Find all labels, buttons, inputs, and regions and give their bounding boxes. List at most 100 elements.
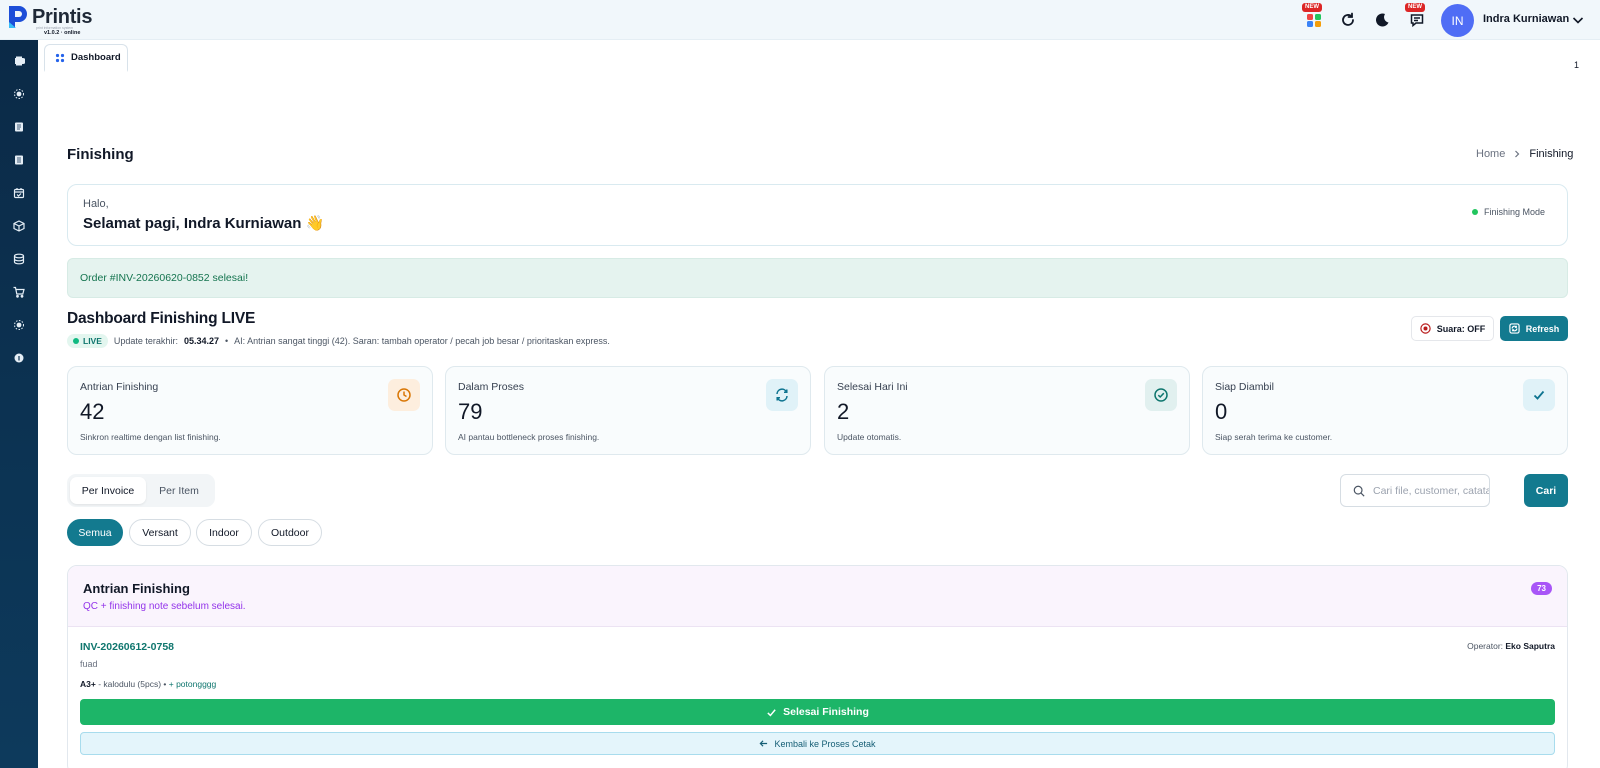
stat-card-selesai: Selesai Hari Ini 2 Update otomatis. <box>824 366 1190 455</box>
status-dot-icon <box>1471 209 1478 215</box>
stat-note: Update otomatis. <box>837 432 902 442</box>
operator-label: Operator: <box>1467 641 1504 651</box>
filter-outdoor[interactable]: Outdoor <box>258 519 322 546</box>
refresh-button[interactable]: Refresh <box>1500 316 1568 341</box>
finish-button[interactable]: Selesai Finishing <box>80 699 1555 725</box>
dashboard-title: Dashboard Finishing LIVE <box>67 310 256 327</box>
tab-dashboard[interactable]: Dashboard <box>44 44 128 72</box>
new-badge: NEW <box>1302 3 1322 12</box>
printis-logo-icon <box>6 4 30 30</box>
dark-mode-button[interactable] <box>1370 8 1394 32</box>
queue-subtitle: QC + finishing note sebelum selesai. <box>83 601 246 612</box>
filter-versant[interactable]: Versant <box>129 519 191 546</box>
filter-semua[interactable]: Semua <box>67 519 123 546</box>
toggle-per-item[interactable]: Per Item <box>146 477 212 504</box>
refresh-icon <box>1509 323 1520 334</box>
database-nav-icon[interactable] <box>11 251 27 267</box>
live-status-line: LIVE Update terakhir: 05.34.27 • AI: Ant… <box>67 334 610 348</box>
breadcrumb-home[interactable]: Home <box>1476 148 1505 160</box>
stat-card-proses: Dalam Proses 79 AI pantau bottleneck pro… <box>445 366 811 455</box>
ai-note: AI: Antrian sangat tinggi (42). Saran: t… <box>234 336 610 346</box>
sound-toggle-button[interactable]: Suara: OFF <box>1411 316 1494 341</box>
stat-note: Sinkron realtime dengan list finishing. <box>80 432 221 442</box>
queue-panel: Antrian Finishing QC + finishing note se… <box>67 565 1568 768</box>
box-nav-icon[interactable] <box>11 218 27 234</box>
mode-label: Finishing Mode <box>1483 207 1545 217</box>
grid-dots-icon <box>55 53 65 62</box>
stat-label: Antrian Finishing <box>80 381 159 393</box>
customer-name: fuad <box>80 659 98 669</box>
settings-nav-icon[interactable] <box>11 317 27 333</box>
stat-label: Siap Diambil <box>1215 381 1274 393</box>
success-alert: Order #INV-20260620-0852 selesai! <box>67 258 1568 298</box>
stat-value: 79 <box>458 399 483 424</box>
calendar-nav-icon[interactable] <box>11 185 27 201</box>
refresh-label: Refresh <box>1525 323 1560 334</box>
messages-button[interactable]: NEW <box>1405 3 1429 32</box>
page-title: Finishing <box>67 146 134 163</box>
document-nav-icon[interactable] <box>11 119 27 135</box>
sound-off-icon <box>1420 323 1431 334</box>
breadcrumb-current: Finishing <box>1529 148 1574 160</box>
queue-header: Antrian Finishing QC + finishing note se… <box>68 566 1567 627</box>
dashboard-nav-icon[interactable] <box>11 53 27 69</box>
search-icon <box>1353 485 1365 497</box>
page-counter: 1 <box>1574 60 1580 70</box>
separator: • <box>225 336 229 346</box>
search-button[interactable]: Cari <box>1524 474 1568 507</box>
live-badge: LIVE <box>67 334 108 348</box>
chevron-right-icon <box>1515 150 1520 158</box>
arrow-left-icon <box>759 740 768 747</box>
search-box <box>1340 474 1490 507</box>
invoice-number[interactable]: INV-20260612-0758 <box>80 641 174 653</box>
apps-grid-icon <box>1307 14 1321 27</box>
chevron-down-icon[interactable] <box>1572 13 1584 31</box>
reload-icon <box>1342 12 1354 26</box>
item-size: A3+ <box>80 679 96 689</box>
greeting-hello: Halo, <box>83 198 109 210</box>
user-name[interactable]: Indra Kurniawan <box>1483 13 1569 25</box>
stat-label: Selesai Hari Ini <box>837 381 908 393</box>
toggle-per-invoice[interactable]: Per Invoice <box>70 477 146 504</box>
sound-label: Suara: OFF <box>1436 323 1486 334</box>
stat-note: Siap serah terima ke customer. <box>1215 432 1333 442</box>
greeting-message: Selamat pagi, Indra Kurniawan 👋 <box>83 215 325 232</box>
list-nav-icon[interactable] <box>11 152 27 168</box>
order-items: A3+ - kalodulu (5pcs) • + potongggg <box>80 679 216 689</box>
sync-icon <box>766 379 798 411</box>
queue-title: Antrian Finishing <box>83 581 190 596</box>
stat-value: 42 <box>80 399 105 424</box>
sidebar <box>0 40 38 768</box>
finish-label: Selesai Finishing <box>783 706 869 718</box>
operator-info: Operator: Eko Saputra <box>1467 641 1555 651</box>
stat-note: AI pantau bottleneck proses finishing. <box>458 432 600 442</box>
queue-count-badge: 73 <box>1531 582 1552 595</box>
app-version: v1.0.2 · online <box>44 30 81 36</box>
stat-label: Dalam Proses <box>458 381 524 393</box>
breadcrumb: Home Finishing <box>1476 148 1573 160</box>
apps-grid-button[interactable]: NEW <box>1302 3 1326 32</box>
filter-indoor[interactable]: Indoor <box>196 519 252 546</box>
greeting-card: Halo, Selamat pagi, Indra Kurniawan 👋 Fi… <box>67 184 1568 246</box>
stat-value: 2 <box>837 399 850 424</box>
check-icon <box>1523 379 1555 411</box>
stat-card-siap: Siap Diambil 0 Siap serah terima ke cust… <box>1202 366 1568 455</box>
user-avatar[interactable]: IN <box>1441 4 1474 37</box>
info-nav-icon[interactable] <box>11 350 27 366</box>
tab-label: Dashboard <box>71 52 121 63</box>
check-circle-icon <box>1145 379 1177 411</box>
stat-card-antrian: Antrian Finishing 42 Sinkron realtime de… <box>67 366 433 455</box>
back-to-print-button[interactable]: Kembali ke Proses Cetak <box>80 732 1555 755</box>
clock-icon <box>388 379 420 411</box>
operator-name: Eko Saputra <box>1505 641 1555 651</box>
item-detail: - kalodulu (5pcs) • <box>95 679 169 689</box>
search-input[interactable] <box>1373 484 1489 497</box>
cart-nav-icon[interactable] <box>11 284 27 300</box>
view-toggle: Per Invoice Per Item <box>67 474 215 507</box>
sun-nav-icon[interactable] <box>11 86 27 102</box>
updated-label: Update terakhir: <box>113 336 178 346</box>
message-icon <box>1410 14 1424 28</box>
reload-button[interactable] <box>1336 8 1360 32</box>
check-icon <box>767 708 776 717</box>
moon-icon <box>1376 13 1389 27</box>
